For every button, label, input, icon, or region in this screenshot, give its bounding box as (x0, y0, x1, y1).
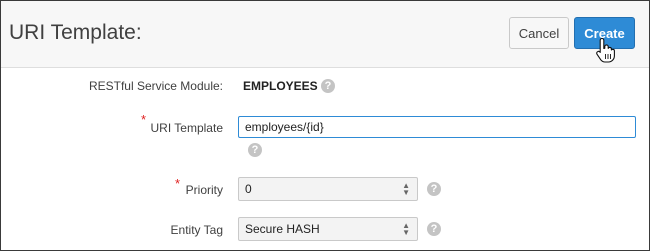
uri-template-input[interactable] (238, 116, 636, 138)
priority-help-icon[interactable]: ? (427, 182, 441, 196)
module-value: EMPLOYEES (243, 79, 318, 93)
select-arrows-icon: ▲ ▼ (402, 181, 410, 197)
uri-template-label: URI Template (150, 121, 223, 135)
uri-template-help-icon[interactable]: ? (248, 143, 262, 157)
entity-tag-label: Entity Tag (170, 223, 223, 237)
entity-tag-help-icon[interactable]: ? (427, 222, 441, 236)
select-arrows-icon: ▲ ▼ (402, 221, 410, 237)
dialog-frame: URI Template: Cancel Create RESTful Serv… (0, 0, 650, 251)
priority-select-value: 0 (245, 182, 252, 196)
priority-select[interactable]: 0 ▲ ▼ (238, 177, 418, 201)
module-help-icon[interactable]: ? (321, 79, 335, 93)
priority-label: Priority (185, 183, 223, 197)
cancel-button[interactable]: Cancel (509, 17, 569, 49)
page-title: URI Template: (9, 21, 142, 44)
module-label: RESTful Service Module: (88, 79, 223, 93)
dialog-header: URI Template: Cancel Create (1, 1, 649, 68)
entity-tag-select[interactable]: Secure HASH ▲ ▼ (238, 217, 418, 241)
hand-cursor-icon (596, 37, 615, 63)
entity-tag-select-value: Secure HASH (245, 222, 320, 236)
